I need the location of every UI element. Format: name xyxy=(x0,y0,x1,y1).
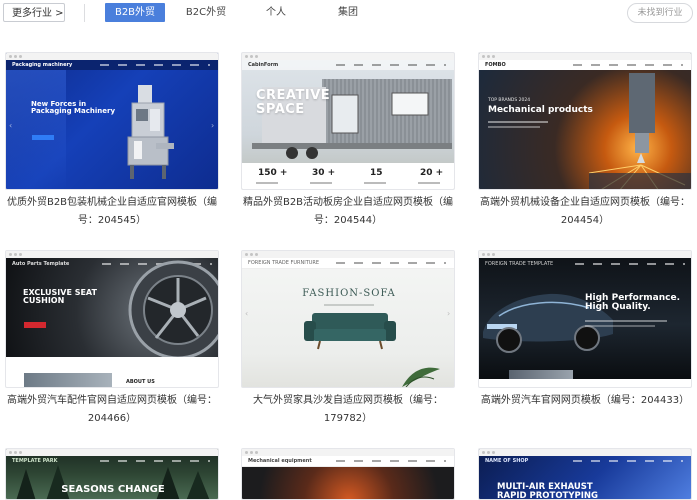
hero-title: New Forces in Packaging Machinery xyxy=(31,100,116,116)
site-nav: FOMBO xyxy=(479,60,691,70)
plant-image xyxy=(402,367,440,387)
tab-b2c[interactable]: B2C外贸 xyxy=(180,3,232,22)
template-card[interactable]: FOMBO TOP BRANDS 2024 Mechanical product… xyxy=(478,52,692,230)
hero-title: CREATIVE SPACE xyxy=(256,88,331,117)
site-logo: NAME OF SHOP xyxy=(485,458,529,464)
browser-chrome xyxy=(479,53,691,60)
template-thumbnail[interactable]: Mechanical equipment xyxy=(241,448,455,500)
browser-chrome xyxy=(242,53,454,60)
about-image xyxy=(24,373,112,387)
about-heading: ABOUT US xyxy=(126,379,155,385)
browser-chrome xyxy=(242,251,454,258)
hero-button xyxy=(24,322,46,328)
template-card[interactable]: NAME OF SHOP MULTI-AIR EXHAUST RAPID PRO… xyxy=(478,448,692,500)
hero-title: FASHION-SOFA xyxy=(302,288,396,299)
browser-chrome xyxy=(6,449,218,456)
template-card[interactable]: TEMPLATE PARK SEASONS CHANGE xyxy=(5,448,219,500)
carousel-prev-icon[interactable]: ‹ xyxy=(245,309,248,318)
template-card[interactable]: Packaging machinery New Forces in Packag… xyxy=(5,52,219,230)
hero-title: High Performance. High Quality. xyxy=(585,293,680,313)
tab-b2b[interactable]: B2B外贸 xyxy=(105,3,165,22)
carousel-prev-icon[interactable]: ‹ xyxy=(9,121,12,130)
hero-title: Mechanical products xyxy=(488,105,593,115)
hero-subtitle: TOP BRANDS 2024 xyxy=(488,98,531,103)
template-thumbnail[interactable]: FOMBO TOP BRANDS 2024 Mechanical product… xyxy=(478,52,692,190)
site-nav: Mechanical equipment xyxy=(242,456,454,467)
divider xyxy=(84,4,85,22)
template-card[interactable]: Mechanical equipment xyxy=(241,448,455,500)
template-thumbnail[interactable]: FOREIGN TRADE FURNITURE FASHION-SOFA ‹ › xyxy=(241,250,455,388)
template-card[interactable]: FOREIGN TRADE TEMPLATE High Performance.… xyxy=(478,250,692,410)
site-nav: Packaging machinery xyxy=(6,60,218,70)
hero-title: SEASONS CHANGE xyxy=(61,484,165,495)
site-logo: FOREIGN TRADE TEMPLATE xyxy=(485,261,554,267)
template-caption[interactable]: 高端外贸汽车配件官网自适应网页模板（编号：204466） xyxy=(5,392,219,428)
stat-value: 150 + xyxy=(258,168,288,178)
site-logo: CabinForm xyxy=(248,62,279,68)
template-caption[interactable]: 高端外贸汽车官网网页模板（编号：204433） xyxy=(478,392,692,410)
template-thumbnail[interactable]: CabinForm CREATIVE SPACE 150 + 30 + 15 2… xyxy=(241,52,455,190)
site-logo: Packaging machinery xyxy=(12,62,73,68)
template-thumbnail[interactable]: NAME OF SHOP MULTI-AIR EXHAUST RAPID PRO… xyxy=(478,448,692,500)
sofa-image xyxy=(304,313,396,350)
industry-filter-bar: 更多行业 > B2B外贸 B2C外贸 个人 集团 未找到行业 xyxy=(0,0,697,28)
site-logo: FOMBO xyxy=(485,62,506,68)
carousel-next-icon[interactable]: › xyxy=(211,121,214,130)
browser-chrome xyxy=(242,449,454,456)
hero-title: MULTI-AIR EXHAUST RAPID PROTOTYPING xyxy=(497,482,598,500)
tab-group[interactable]: 集团 xyxy=(330,3,366,22)
not-found-industry-button[interactable]: 未找到行业 xyxy=(627,3,693,23)
more-industries-button[interactable]: 更多行业 > xyxy=(3,3,65,22)
cabin-image xyxy=(252,79,452,159)
site-logo: Mechanical equipment xyxy=(248,458,312,464)
carousel-next-icon[interactable]: › xyxy=(447,309,450,318)
template-card[interactable]: FOREIGN TRADE FURNITURE FASHION-SOFA ‹ ›… xyxy=(241,250,455,428)
machine-image xyxy=(589,73,691,189)
site-logo: Auto Parts Template xyxy=(12,261,70,267)
template-card[interactable]: Auto Parts Template EXCLUSIVE SEAT CUSHI… xyxy=(5,250,219,428)
hero-banner: Auto Parts Template EXCLUSIVE SEAT CUSHI… xyxy=(6,258,218,357)
template-thumbnail[interactable]: TEMPLATE PARK SEASONS CHANGE xyxy=(5,448,219,500)
template-caption[interactable]: 大气外贸家具沙发自适应网页模板（编号：179782） xyxy=(241,392,455,428)
hero-title: EXCLUSIVE SEAT CUSHION xyxy=(23,288,97,306)
template-thumbnail[interactable]: Auto Parts Template EXCLUSIVE SEAT CUSHI… xyxy=(5,250,219,388)
stat-value: 20 + xyxy=(420,168,444,178)
hero-button xyxy=(32,135,54,140)
browser-chrome xyxy=(479,449,691,456)
tab-personal[interactable]: 个人 xyxy=(258,3,294,22)
stats-bar: 150 + 30 + 15 20 + xyxy=(242,163,454,189)
template-caption[interactable]: 高端外贸机械设备企业自适应网页模板（编号：204454） xyxy=(478,194,692,230)
browser-chrome xyxy=(479,251,691,258)
site-nav: FOREIGN TRADE FURNITURE xyxy=(242,258,454,269)
browser-chrome xyxy=(6,53,218,60)
template-thumbnail[interactable]: FOREIGN TRADE TEMPLATE High Performance.… xyxy=(478,250,692,388)
template-thumbnail[interactable]: Packaging machinery New Forces in Packag… xyxy=(5,52,219,190)
stat-value: 15 xyxy=(370,168,383,178)
hero-banner: FOREIGN TRADE TEMPLATE High Performance.… xyxy=(479,258,691,379)
machine-image xyxy=(127,85,174,179)
stat-value: 30 + xyxy=(312,168,336,178)
template-caption[interactable]: 精品外贸B2B活动板房企业自适应网页模板（编号：204544） xyxy=(241,194,455,230)
browser-chrome xyxy=(6,251,218,258)
template-caption[interactable]: 优质外贸B2B包装机械企业自适应官网模板（编号：204545） xyxy=(5,194,219,230)
template-card[interactable]: CabinForm CREATIVE SPACE 150 + 30 + 15 2… xyxy=(241,52,455,230)
site-nav: CabinForm xyxy=(242,60,454,70)
site-logo: FOREIGN TRADE FURNITURE xyxy=(248,260,320,266)
